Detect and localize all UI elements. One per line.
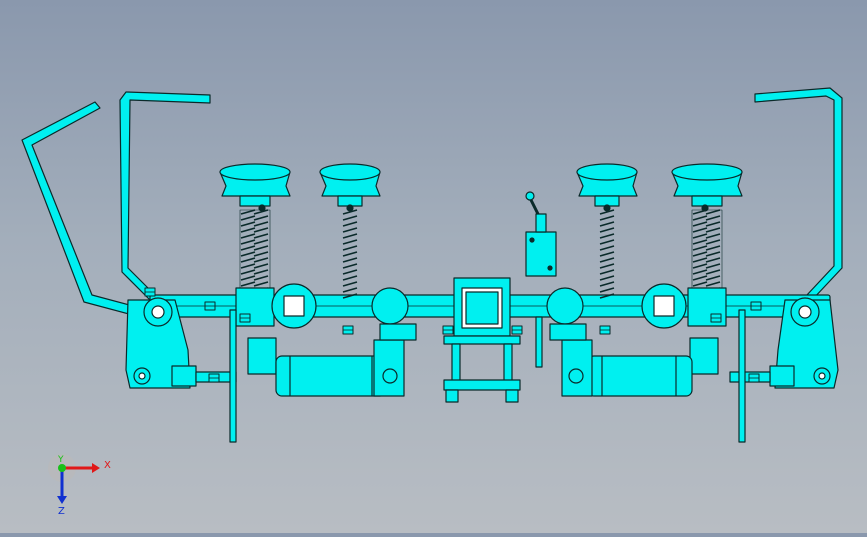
pulley-nuts bbox=[258, 204, 709, 212]
pulley-1 bbox=[219, 163, 291, 207]
left-guide-rod-inner bbox=[119, 91, 211, 305]
left-pneumatic-cylinder bbox=[247, 323, 417, 397]
cad-viewport[interactable]: X Y Z bbox=[0, 0, 867, 533]
right-guide-rod bbox=[754, 87, 843, 301]
pulley-3 bbox=[576, 163, 638, 207]
spring-4 bbox=[691, 209, 723, 299]
left-hanging-plate bbox=[229, 309, 237, 443]
orientation-triad: X Y Z bbox=[48, 454, 111, 517]
spring-1 bbox=[239, 209, 271, 299]
center-housing bbox=[443, 277, 521, 403]
spring-2 bbox=[342, 209, 358, 299]
spring-3 bbox=[599, 209, 615, 299]
assembly-drawing: X Y Z bbox=[21, 87, 843, 517]
pulley-4 bbox=[671, 163, 743, 207]
limit-switch bbox=[525, 191, 557, 368]
y-axis-label: Y bbox=[57, 455, 64, 465]
z-axis-label: Z bbox=[58, 506, 65, 517]
right-hanging-plate bbox=[738, 309, 746, 443]
x-axis-label: X bbox=[104, 460, 111, 471]
x-axis-arrowhead bbox=[92, 463, 100, 473]
y-axis-dot bbox=[58, 464, 66, 472]
z-axis-arrowhead bbox=[57, 496, 67, 504]
pulley-2 bbox=[319, 163, 381, 207]
right-pneumatic-cylinder bbox=[549, 323, 719, 397]
